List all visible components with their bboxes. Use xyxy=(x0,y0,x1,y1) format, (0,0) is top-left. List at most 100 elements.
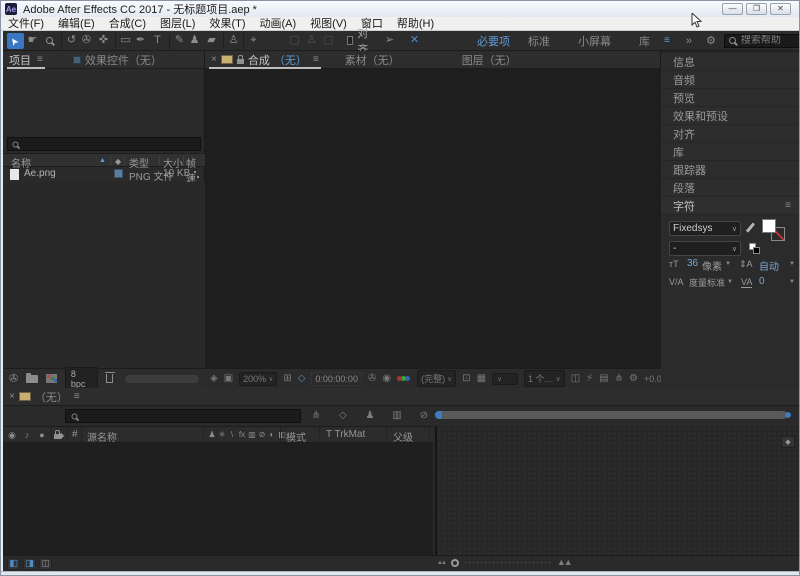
workspace-tab-small-screen[interactable]: 小屏幕 xyxy=(564,33,625,49)
sidebar-panel-paragraph[interactable]: 段落 xyxy=(661,179,799,196)
toggle-layer-switches[interactable]: ◧ xyxy=(7,558,20,570)
workspace-overflow-icon[interactable]: » xyxy=(686,35,692,47)
tab-footage[interactable]: 素材（无） xyxy=(339,51,406,69)
unified-camera-tool[interactable]: ✇ xyxy=(78,33,95,49)
label-column-icon[interactable]: ◆ xyxy=(58,431,64,440)
tracking-value[interactable]: 0 xyxy=(759,276,765,287)
sync-settings-icon[interactable]: ⚙ xyxy=(706,34,716,47)
view-3d-dropdown[interactable]: ∨ xyxy=(492,373,518,385)
zoom-tool[interactable] xyxy=(41,33,58,49)
main-viewer-icon[interactable]: ▣ xyxy=(224,374,233,384)
help-search-box[interactable] xyxy=(724,34,800,48)
close-button[interactable]: ✕ xyxy=(770,3,791,15)
motion-blur-icon[interactable]: ⊘ xyxy=(417,408,431,424)
restore-button[interactable]: ❐ xyxy=(746,3,767,15)
show-snapshot-icon[interactable]: ◉ xyxy=(382,374,391,384)
solo-icon[interactable]: ● xyxy=(37,428,47,442)
audio-icon[interactable]: ♪ xyxy=(22,428,32,442)
channel-settings-icon[interactable] xyxy=(397,375,411,382)
sidebar-panel-tracker[interactable]: 跟踪器 xyxy=(661,161,799,178)
toolbar-extra-icon-2[interactable]: ✕ xyxy=(406,33,423,49)
rectangle-tool[interactable]: ▭ xyxy=(115,33,132,49)
timeline-search-input[interactable] xyxy=(82,411,295,422)
new-folder-icon[interactable] xyxy=(26,375,37,383)
trkmat-column[interactable]: T TrkMat xyxy=(326,429,365,440)
tab-composition[interactable]: × 合成 （无） ≡ xyxy=(205,51,325,69)
project-panel-menu-icon[interactable]: ≡ xyxy=(37,54,43,65)
minimize-button[interactable]: — xyxy=(722,3,743,15)
menu-file[interactable]: 文件(F) xyxy=(1,17,51,31)
video-eye-icon[interactable]: ◉ xyxy=(7,428,17,442)
project-item-row[interactable]: Ae.png PNG 文件 10 KB xyxy=(3,167,205,182)
menu-help[interactable]: 帮助(H) xyxy=(390,17,441,31)
frame-blend-switch-icon[interactable]: ▥ xyxy=(248,428,256,442)
type-tool[interactable]: T xyxy=(149,33,166,49)
quality-switch-icon[interactable]: \ xyxy=(228,428,236,442)
exposure-value[interactable]: +0.0 xyxy=(644,374,661,384)
toggle-in-out-stretch[interactable]: ◫ xyxy=(39,558,52,570)
help-search-input[interactable] xyxy=(741,35,800,46)
hand-tool[interactable]: ☛ xyxy=(24,33,41,49)
sidebar-panel-audio[interactable]: 音频 xyxy=(661,71,799,88)
sidebar-panel-character[interactable]: 字符 ≡ xyxy=(661,197,799,214)
time-navigator-bar[interactable] xyxy=(435,411,787,419)
interpret-footage-icon[interactable]: ✇ xyxy=(9,371,18,387)
roto-brush-tool[interactable]: ♙ xyxy=(223,33,240,49)
workspace-tab-standard[interactable]: 标准 xyxy=(514,33,564,49)
workspace-tab-essentials[interactable]: 必要项 xyxy=(463,33,514,49)
font-family-select[interactable]: Fixedsys ∨ xyxy=(669,221,741,236)
sidebar-panel-preview[interactable]: 预览 xyxy=(661,89,799,106)
menu-effect[interactable]: 效果(T) xyxy=(202,17,252,31)
viewer-panel-menu-icon[interactable]: ≡ xyxy=(313,54,319,65)
horizontal-scrollbar-thumb[interactable] xyxy=(125,375,199,383)
flowchart-icon[interactable]: ⋔ xyxy=(615,374,623,384)
timeline-panel-menu-icon[interactable]: ≡ xyxy=(74,391,80,402)
pan-behind-tool[interactable]: ✜ xyxy=(95,33,112,49)
adjustment-switch-icon[interactable]: ◐ xyxy=(268,428,276,442)
puppet-pin-tool[interactable]: ⌖ xyxy=(243,33,260,49)
shy-layers-icon[interactable]: ♟ xyxy=(363,408,377,424)
frame-blending-icon[interactable]: ▥ xyxy=(390,408,404,424)
snap-checkbox[interactable] xyxy=(347,36,353,45)
menu-animation[interactable]: 动画(A) xyxy=(253,17,304,31)
pixel-aspect-icon[interactable]: ◫ xyxy=(571,374,580,384)
rotation-tool[interactable]: ↺ xyxy=(61,33,78,49)
toggle-transfer-controls[interactable]: ◨ xyxy=(23,558,36,570)
close-tab-icon[interactable]: × xyxy=(9,391,15,402)
reset-exposure-icon[interactable]: ⚙ xyxy=(629,374,638,384)
selection-tool[interactable]: ➤ xyxy=(7,33,24,49)
font-size-arrow-icon[interactable]: ▼ xyxy=(725,261,731,267)
zoom-slider-track[interactable] xyxy=(465,562,551,563)
toolbar-extra-icon-1[interactable]: ➢ xyxy=(381,33,398,49)
current-time-display[interactable]: 0:00:00:00 xyxy=(311,372,362,386)
tracking-arrow-icon[interactable]: ▼ xyxy=(789,279,795,285)
magnification-dropdown[interactable]: 200%∨ xyxy=(239,372,277,386)
zoom-out-mountain-icon[interactable]: ▲▲ xyxy=(437,560,445,566)
project-search-box[interactable] xyxy=(7,137,201,151)
kerning-arrow-icon[interactable]: ▼ xyxy=(727,279,733,285)
font-size-value[interactable]: 36 xyxy=(687,258,698,269)
sidebar-panel-effects-presets[interactable]: 效果和预设 xyxy=(661,107,799,124)
timeline-search-box[interactable] xyxy=(65,409,301,423)
eyedropper-icon[interactable] xyxy=(746,222,755,232)
menu-composition[interactable]: 合成(C) xyxy=(102,17,153,31)
fast-previews-icon[interactable]: ⚡ xyxy=(586,374,593,384)
font-style-select[interactable]: - ∨ xyxy=(669,241,741,256)
brush-tool[interactable]: ✎ xyxy=(169,33,186,49)
project-search-input[interactable] xyxy=(23,139,196,150)
new-composition-icon[interactable] xyxy=(46,374,57,383)
view-layout-dropdown[interactable]: 1 个…∨ xyxy=(524,370,565,387)
lock-icon[interactable] xyxy=(237,59,244,64)
zoom-slider-knob[interactable] xyxy=(451,559,459,567)
collapse-switch-icon[interactable]: ✳ xyxy=(218,428,226,442)
leading-value[interactable]: 自动 xyxy=(759,258,779,273)
clone-stamp-tool[interactable]: ♟ xyxy=(186,33,203,49)
source-name-column[interactable]: 源名称 xyxy=(87,429,117,444)
workspace-tab-libraries[interactable]: 库 xyxy=(625,33,664,49)
sidebar-panel-libraries[interactable]: 库 xyxy=(661,143,799,160)
snapshot-icon[interactable]: ✇ xyxy=(368,374,376,384)
draft-3d-icon[interactable]: ◇ xyxy=(336,408,350,424)
label-column-icon[interactable]: ◆ xyxy=(115,157,121,166)
menu-layer[interactable]: 图层(L) xyxy=(153,17,202,31)
default-stroke-swatch[interactable] xyxy=(753,247,760,254)
